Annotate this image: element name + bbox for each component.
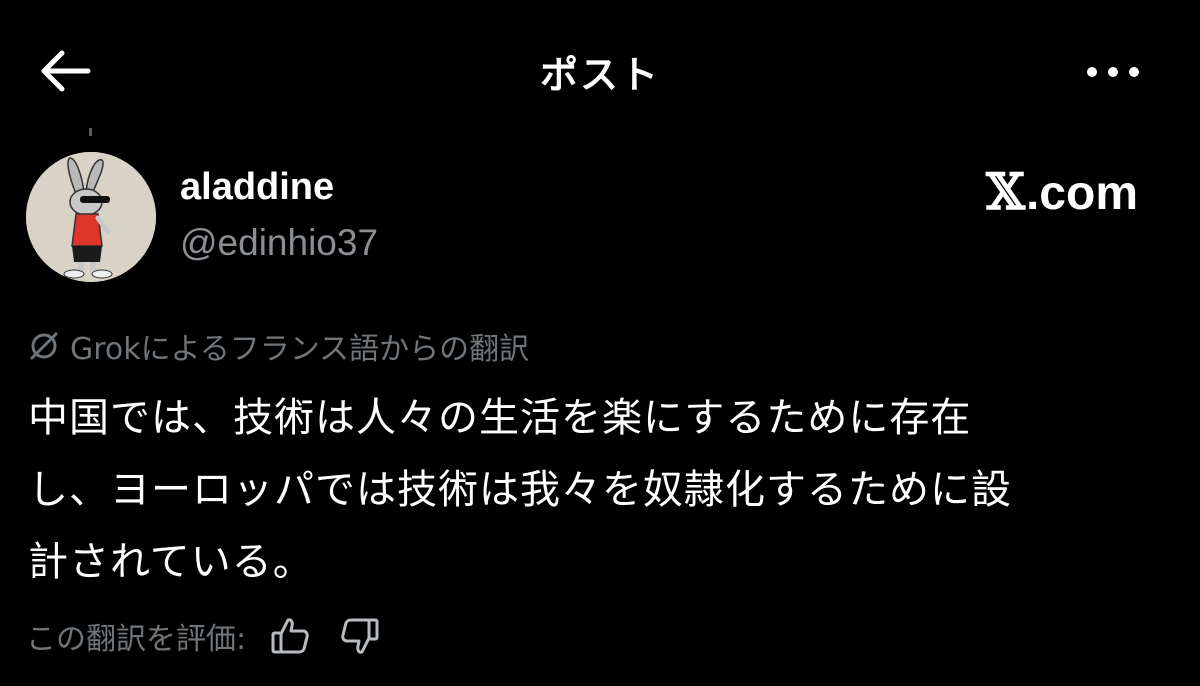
more-options-icon	[1087, 67, 1139, 77]
translation-rating: この翻訳を評価:	[26, 614, 382, 658]
x-logo: 𝕏 .com	[986, 162, 1138, 221]
top-bar: ポスト	[0, 0, 1200, 140]
translation-label-text: Grokによるフランス語からの翻訳	[70, 332, 530, 367]
more-options-button[interactable]	[1078, 52, 1148, 92]
thumbs-down-icon	[341, 618, 379, 654]
post-text-line: 中国では、技術は人々の生活を楽にするために存在	[28, 395, 972, 441]
thumbs-up-button[interactable]	[268, 614, 312, 658]
x-logo-letter: 𝕏	[986, 162, 1025, 221]
post-text: 中国では、技術は人々の生活を楽にするために存在 し、ヨーロッパでは技術は我々を奴…	[28, 382, 1178, 598]
grok-icon	[30, 332, 58, 360]
thumbs-down-button[interactable]	[338, 614, 382, 658]
author-handle[interactable]: @edinhio37	[180, 222, 378, 264]
author-display-name[interactable]: aladdine	[180, 166, 334, 209]
thumbs-up-icon	[271, 618, 309, 654]
avatar[interactable]	[26, 152, 156, 282]
page-title: ポスト	[539, 53, 660, 97]
translation-label: Grokによるフランス語からの翻訳	[26, 324, 529, 368]
avatar-image	[26, 152, 156, 282]
post-text-line: し、ヨーロッパでは技術は我々を奴隷化するために設	[28, 467, 1012, 513]
x-logo-domain: .com	[1025, 167, 1138, 220]
rating-label: この翻訳を評価:	[26, 622, 247, 657]
scroll-indicator	[89, 128, 92, 136]
post-text-line: 計されている。	[28, 539, 314, 585]
